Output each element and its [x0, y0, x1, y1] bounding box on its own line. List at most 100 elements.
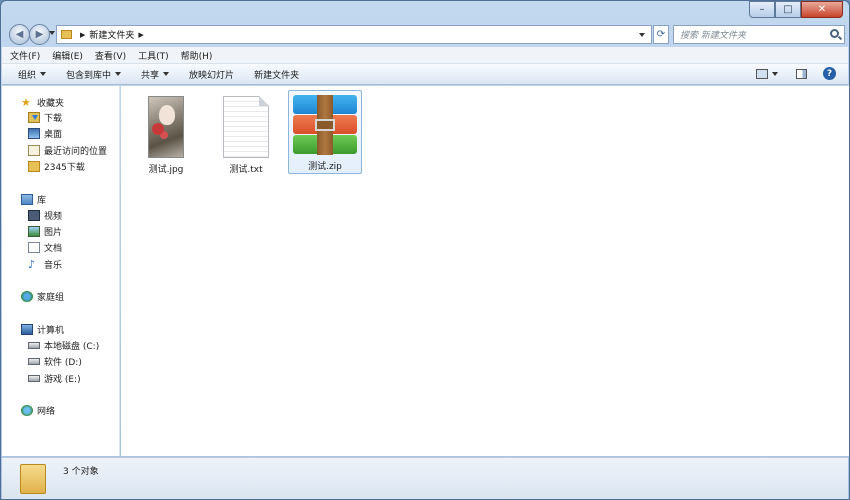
refresh-button[interactable]: ⟳: [653, 25, 669, 44]
network-icon: [21, 404, 33, 416]
sidebar-label: 网络: [37, 406, 56, 417]
menu-edit[interactable]: 编辑(E): [52, 49, 83, 62]
sidebar-label: 桌面: [44, 129, 63, 140]
menu-help[interactable]: 帮助(H): [181, 49, 213, 62]
organize-button[interactable]: 组织: [18, 68, 47, 81]
maximize-button[interactable]: □: [775, 1, 801, 18]
sidebar-item-documents[interactable]: 文档: [28, 239, 62, 255]
folder-icon: [28, 160, 40, 172]
sidebar-item-disk-d[interactable]: 软件 (D:): [28, 353, 82, 369]
details-pane: 3 个对象: [2, 457, 848, 499]
sidebar-label: 家庭组: [37, 292, 65, 303]
new-folder-button[interactable]: 新建文件夹: [254, 68, 299, 81]
search-placeholder: 搜索 新建文件夹: [680, 31, 746, 41]
sidebar-item-homegroup[interactable]: 家庭组: [21, 288, 64, 304]
include-in-library-button[interactable]: 包含到库中: [66, 68, 122, 81]
sidebar-item-pictures[interactable]: 图片: [28, 223, 62, 239]
sidebar-item-network[interactable]: 网络: [21, 402, 55, 418]
breadcrumb-current[interactable]: 新建文件夹: [89, 28, 134, 41]
drive-icon: [28, 374, 40, 382]
forward-arrow-icon: ▶: [35, 29, 44, 40]
file-item-txt[interactable]: 测试.txt: [209, 92, 283, 176]
chevron-down-icon: [115, 72, 122, 76]
text-document-icon: [223, 96, 269, 158]
change-view-icon[interactable]: [756, 68, 768, 79]
sidebar-item-computer[interactable]: 计算机: [21, 321, 64, 337]
breadcrumb-separator-icon[interactable]: ▶: [80, 31, 85, 39]
search-input[interactable]: 搜索 新建文件夹: [673, 25, 845, 44]
sidebar-item-favorites[interactable]: ★ 收藏夹: [21, 94, 64, 110]
sidebar-item-desktop[interactable]: 桌面: [28, 125, 62, 141]
system-drive-icon: [28, 341, 40, 349]
drive-icon: [28, 357, 40, 365]
sidebar-label: 游戏 (E:): [44, 374, 81, 385]
new-folder-label: 新建文件夹: [254, 70, 300, 81]
chevron-down-icon: [40, 72, 47, 76]
sidebar-label: 软件 (D:): [44, 357, 82, 368]
chevron-down-icon: [163, 72, 170, 76]
back-arrow-icon: ◀: [15, 29, 24, 40]
breadcrumb-separator-icon[interactable]: ▶: [138, 31, 143, 39]
search-icon[interactable]: [830, 29, 839, 38]
explorer-window: – □ ✕ ◀ ▶ ▶ 新建文件夹 ▶ ⟳ 搜索 新建文件夹 文件(F) 编辑(…: [0, 0, 850, 500]
sidebar-item-recent[interactable]: 最近访问的位置: [28, 142, 107, 158]
command-bar: 组织 包含到库中 共享 放映幻灯片 新建文件夹 ?: [2, 64, 848, 85]
menu-tools[interactable]: 工具(T): [138, 49, 169, 62]
sidebar-label: 下载: [44, 113, 63, 124]
pictures-library-icon: [28, 225, 40, 237]
view-controls: ?: [756, 67, 836, 80]
forward-button[interactable]: ▶: [29, 24, 50, 45]
address-bar[interactable]: ▶ 新建文件夹 ▶: [56, 25, 652, 44]
folder-icon: [61, 30, 72, 39]
navigation-pane: ★ 收藏夹 下载 桌面 最近访问的位置 2345下载 库 视频 图片 文档 ♪ 音乐…: [2, 86, 120, 456]
refresh-icon: ⟳: [656, 29, 666, 40]
homegroup-icon: [21, 290, 33, 302]
share-button[interactable]: 共享: [141, 68, 170, 81]
sidebar-label: 2345下载: [44, 162, 85, 173]
item-count: 3 个对象: [63, 467, 99, 477]
sidebar-label: 文档: [44, 243, 63, 254]
sidebar-label: 计算机: [37, 325, 65, 336]
minimize-button[interactable]: –: [749, 1, 775, 18]
video-library-icon: [28, 209, 40, 221]
desktop-icon: [28, 127, 40, 139]
sidebar-label: 图片: [44, 227, 63, 238]
sidebar-label: 库: [37, 195, 47, 206]
slideshow-label: 放映幻灯片: [189, 70, 235, 81]
menu-file[interactable]: 文件(F): [10, 49, 40, 62]
file-name: 测试.txt: [229, 165, 263, 175]
close-button[interactable]: ✕: [801, 1, 843, 18]
downloads-folder-icon: [28, 111, 40, 123]
file-item-jpg[interactable]: 测试.jpg: [129, 92, 203, 176]
help-icon[interactable]: ?: [823, 67, 836, 80]
menu-view[interactable]: 查看(V): [95, 49, 126, 62]
folder-icon: [20, 464, 46, 494]
address-dropdown-icon[interactable]: [639, 33, 645, 37]
file-name: 测试.jpg: [148, 165, 184, 175]
sidebar-label: 最近访问的位置: [44, 146, 108, 157]
sidebar-label: 收藏夹: [37, 98, 65, 109]
sidebar-item-libraries[interactable]: 库: [21, 191, 46, 207]
include-in-library-label: 包含到库中: [66, 70, 112, 81]
sidebar-item-disk-e[interactable]: 游戏 (E:): [28, 370, 81, 386]
library-icon: [21, 193, 33, 205]
image-thumbnail: [148, 96, 184, 158]
sidebar-item-music[interactable]: ♪ 音乐: [28, 256, 62, 272]
organize-label: 组织: [18, 70, 37, 81]
sidebar-label: 视频: [44, 211, 63, 222]
sidebar-label: 本地磁盘 (C:): [44, 341, 100, 352]
music-note-icon: ♪: [28, 257, 36, 271]
file-item-zip[interactable]: 测试.zip: [288, 90, 362, 174]
winrar-archive-icon: [293, 95, 357, 155]
menu-bar: 文件(F) 编辑(E) 查看(V) 工具(T) 帮助(H): [2, 47, 848, 64]
sidebar-item-disk-c[interactable]: 本地磁盘 (C:): [28, 337, 99, 353]
sidebar-item-video[interactable]: 视频: [28, 207, 62, 223]
view-dropdown-icon[interactable]: [772, 71, 778, 76]
sidebar-item-downloads[interactable]: 下载: [28, 109, 62, 125]
back-button[interactable]: ◀: [9, 24, 30, 45]
preview-pane-icon[interactable]: [796, 68, 807, 79]
sidebar-item-2345[interactable]: 2345下载: [28, 158, 85, 174]
slideshow-button[interactable]: 放映幻灯片: [189, 68, 234, 81]
star-icon: ★: [21, 95, 31, 109]
recent-pages-dropdown[interactable]: [49, 31, 55, 35]
